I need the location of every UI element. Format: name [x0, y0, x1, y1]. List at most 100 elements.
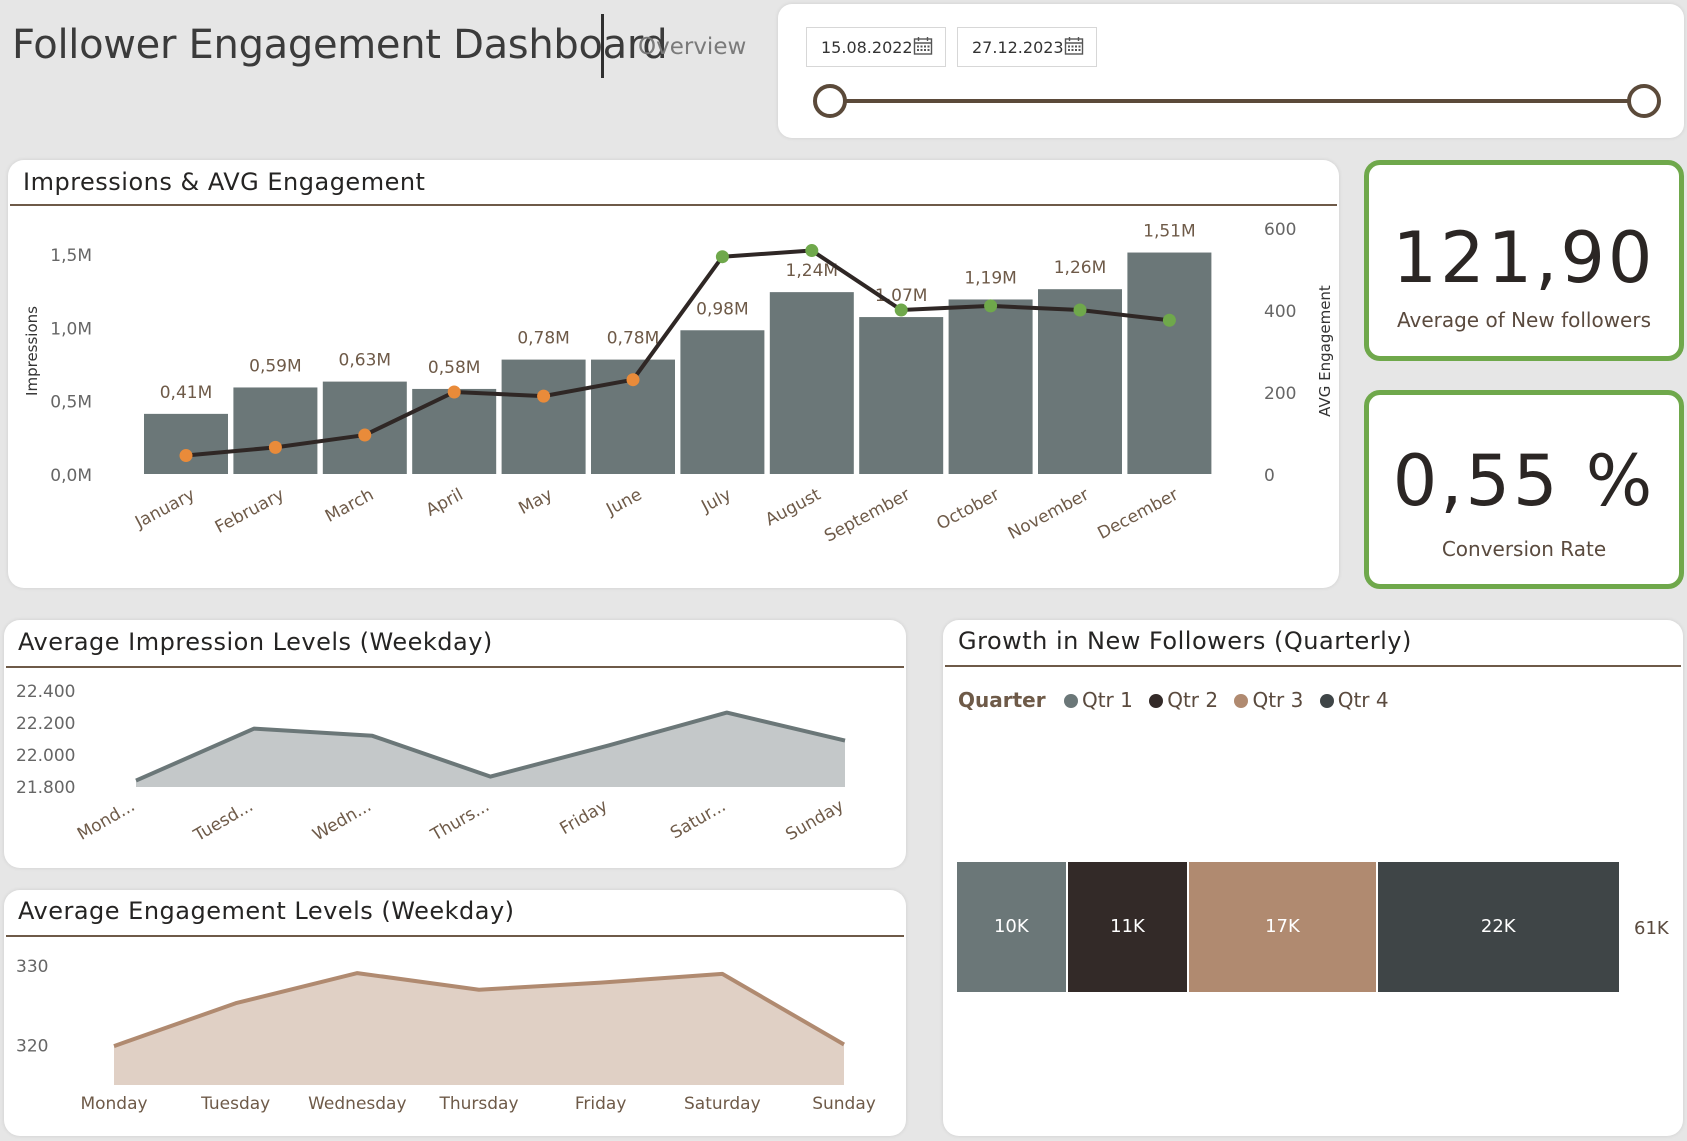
legend-item-qtr3[interactable]: Qtr 3 — [1234, 688, 1303, 712]
x-tick-label: February — [212, 485, 288, 538]
engagement-point — [984, 299, 998, 313]
x-tick-label: April — [423, 485, 467, 521]
x-tick-label: Tuesd... — [190, 796, 257, 846]
x-tick-label: August — [762, 485, 824, 531]
y-tick-label: 21.800 — [16, 778, 75, 798]
quarterly-growth-title: Growth in New Followers (Quarterly) — [958, 627, 1412, 655]
impressions-bar — [769, 292, 854, 474]
bar-data-label: 1,51M — [1143, 222, 1196, 242]
bar-data-label: 0,59M — [249, 356, 302, 376]
date-slicer-card — [778, 4, 1684, 138]
engagement-point — [268, 440, 282, 454]
stack-segment-qtr4[interactable]: 22K — [1377, 862, 1619, 992]
weekday-engagement-chart: 320 330 Monday Tuesday Wednesday Thursday Frid… — [16, 957, 876, 1114]
x-tick-label: December — [1095, 485, 1182, 544]
bar-data-label: 1,26M — [1054, 258, 1107, 278]
x-tick-label: July — [697, 485, 734, 517]
x-tick-label: September — [821, 485, 913, 547]
bar-data-label: 0,98M — [696, 299, 749, 319]
title-underline — [6, 935, 904, 937]
y-tick-label: 0,0M — [50, 466, 92, 486]
bar-data-label: 0,58M — [428, 358, 481, 378]
engagement-point — [537, 389, 551, 403]
date-range-slider-track[interactable] — [829, 99, 1644, 103]
engagement-point — [1073, 303, 1087, 317]
x-tick-label: Friday — [575, 1094, 627, 1114]
stack-segment-qtr2[interactable]: 11K — [1067, 862, 1188, 992]
kpi-new-followers-value: 121,90 — [1392, 217, 1656, 299]
bar-data-label: 1,19M — [964, 268, 1017, 288]
impressions-bar — [412, 388, 497, 474]
quarter-legend: Quarter Qtr 1 Qtr 2 Qtr 3 Qtr 4 — [958, 688, 1399, 712]
x-tick-label: Sunday — [812, 1094, 876, 1114]
impressions-bar — [1038, 289, 1122, 474]
y-axis-title: Impressions — [23, 306, 41, 396]
x-tick-label: Wedn... — [309, 796, 374, 845]
impressions-engagement-title: Impressions & AVG Engagement — [23, 168, 426, 196]
y2-axis-title: AVG Engagement — [1316, 285, 1334, 417]
impressions-bar — [859, 317, 944, 474]
y-tick-label: 320 — [16, 1036, 48, 1056]
impressions-bar — [1127, 252, 1212, 474]
x-tick-label: Mond... — [74, 796, 138, 845]
stack-segment-qtr3[interactable]: 17K — [1189, 862, 1376, 992]
y-tick-label: 1,5M — [50, 246, 92, 266]
calendar-icon[interactable] — [913, 36, 933, 60]
stack-total-label: 61K — [1634, 918, 1669, 939]
impressions-bar — [144, 413, 228, 474]
y2-tick-label: 0 — [1264, 466, 1275, 486]
end-date-value: 27.12.2023 — [972, 38, 1064, 57]
y-tick-label: 22.000 — [16, 746, 75, 766]
legend-title: Quarter — [958, 688, 1046, 712]
x-tick-label: Monday — [80, 1094, 147, 1114]
x-tick-label: Saturday — [684, 1094, 761, 1114]
y-tick-label: 22.400 — [16, 682, 75, 702]
impressions-bar — [948, 299, 1033, 474]
impressions-bar — [501, 359, 586, 474]
impressions-engagement-chart: 0,0M 0,5M 1,0M 1,5M 0 200 400 600 Impressions AVG… — [23, 220, 1334, 547]
impressions-bar — [680, 330, 765, 474]
title-underline — [945, 665, 1681, 667]
bar-data-label: 0,41M — [160, 383, 213, 403]
kpi-conversion-card: 0,55 % Conversion Rate — [1364, 390, 1684, 589]
x-tick-label: Tuesday — [200, 1094, 270, 1114]
legend-item-qtr1[interactable]: Qtr 1 — [1063, 688, 1133, 712]
x-tick-label: January — [131, 485, 198, 533]
x-tick-label: November — [1005, 485, 1092, 544]
calendar-icon[interactable] — [1064, 36, 1084, 60]
legend-item-qtr4[interactable]: Qtr 4 — [1319, 688, 1389, 712]
slider-end-handle[interactable] — [1627, 84, 1661, 118]
x-tick-label: Thurs... — [427, 796, 493, 846]
engagement-point — [447, 385, 461, 399]
legend-item-qtr2[interactable]: Qtr 2 — [1149, 688, 1218, 712]
y2-tick-label: 600 — [1264, 220, 1296, 240]
impressions-bar — [322, 381, 407, 474]
kpi-conversion-label: Conversion Rate — [1441, 537, 1607, 561]
title-underline — [6, 666, 904, 668]
x-tick-label: Thursday — [438, 1094, 518, 1114]
title-divider — [601, 14, 604, 78]
y-tick-label: 0,5M — [50, 393, 92, 413]
x-tick-label: March — [322, 485, 377, 527]
engagement-point — [1162, 313, 1176, 327]
slider-start-handle[interactable] — [813, 84, 847, 118]
kpi-new-followers-label: Average of New followers — [1396, 308, 1652, 332]
x-tick-label: Satur... — [667, 796, 729, 843]
engagement-point — [894, 303, 908, 317]
x-tick-label: May — [516, 485, 556, 519]
x-tick-label: October — [933, 485, 1002, 535]
weekday-impressions-chart: 21.800 22.000 22.200 22.400 Mond... Tuesd... W… — [16, 682, 848, 846]
x-tick-label: June — [602, 485, 645, 521]
engagement-point — [626, 373, 640, 387]
engagement-point — [179, 449, 193, 463]
stack-segment-qtr1[interactable]: 10K — [957, 862, 1066, 992]
start-date-field[interactable]: 15.08.2022 — [806, 27, 946, 67]
y2-tick-label: 200 — [1264, 384, 1296, 404]
y-tick-label: 22.200 — [16, 714, 75, 734]
bar-data-label: 0,78M — [607, 329, 660, 349]
end-date-field[interactable]: 27.12.2023 — [957, 27, 1097, 67]
x-tick-label: Sunday — [782, 796, 847, 845]
start-date-value: 15.08.2022 — [821, 38, 913, 57]
engagement-point — [358, 428, 372, 442]
nav-overview-link[interactable]: Overview — [638, 34, 746, 60]
